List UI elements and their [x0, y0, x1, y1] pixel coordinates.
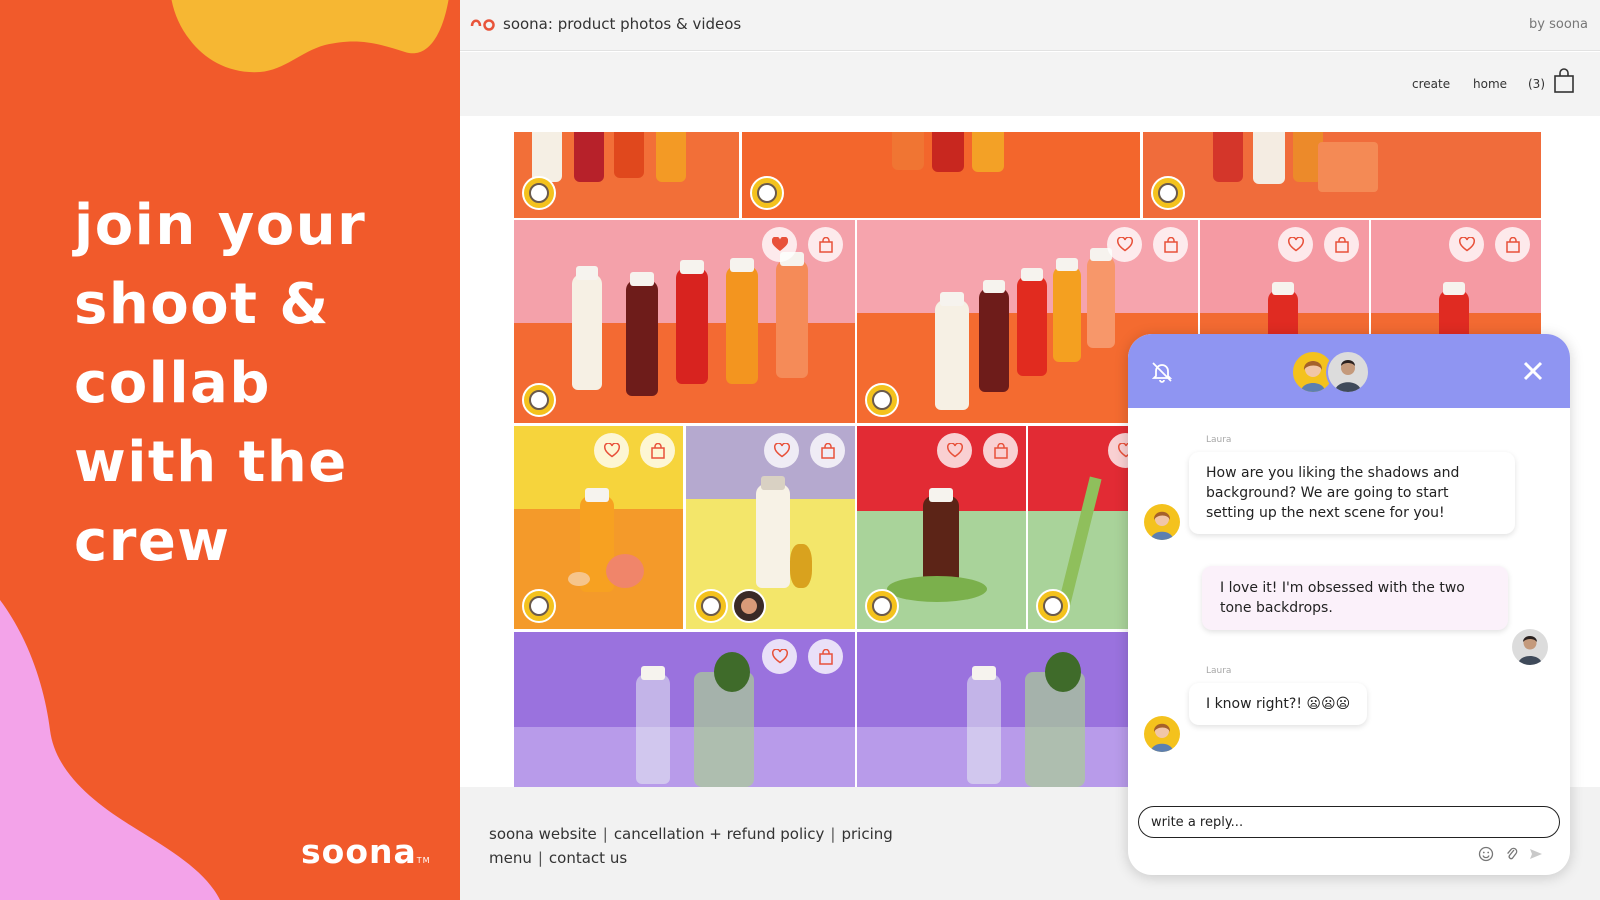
footer-link-contact-us[interactable]: contact us	[549, 849, 627, 867]
collaborator-avatar	[750, 176, 784, 210]
shopping-bag-icon	[650, 442, 665, 459]
gallery-photo[interactable]	[742, 132, 1140, 218]
collaborator-avatar	[522, 176, 556, 210]
add-to-cart-button[interactable]	[810, 433, 845, 468]
favorite-button[interactable]	[762, 639, 797, 674]
shopping-bag-icon	[1334, 236, 1349, 253]
heart-icon	[603, 443, 620, 458]
by-soona-label: by soona	[1529, 17, 1588, 32]
heart-icon	[1458, 237, 1475, 252]
cart-count: (3)	[1528, 77, 1545, 91]
logo-text: soona	[301, 832, 417, 871]
shopping-bag-icon	[820, 442, 835, 459]
host-avatar	[1144, 504, 1180, 540]
heart-icon	[1287, 237, 1304, 252]
emoji-icon[interactable]	[1478, 846, 1494, 862]
host-avatar	[1144, 716, 1180, 752]
heart-icon	[773, 443, 790, 458]
collaborator-avatar	[865, 383, 899, 417]
chat-widget: Laura How are you liking the shadows and…	[1128, 334, 1570, 875]
headline-line: with the	[74, 430, 348, 495]
shopping-bag-icon	[1163, 236, 1178, 253]
favorite-button[interactable]	[762, 227, 797, 262]
message-sender: Laura	[1206, 666, 1232, 676]
app-title: soona: product photos & videos	[503, 15, 742, 33]
gallery-photo[interactable]	[514, 426, 683, 629]
favorite-button[interactable]	[764, 433, 799, 468]
top-nav: create home (3)	[460, 52, 1600, 116]
heart-filled-icon	[771, 237, 788, 251]
collaborator-avatar	[694, 589, 728, 623]
headline-line: crew	[74, 509, 231, 574]
gallery-photo[interactable]	[1143, 132, 1541, 218]
add-to-cart-button[interactable]	[808, 227, 843, 262]
close-icon[interactable]	[1520, 358, 1546, 384]
logo-trademark: TM	[416, 856, 431, 865]
soona-logo: soonaTM	[301, 832, 431, 871]
add-to-cart-button[interactable]	[808, 639, 843, 674]
footer-link-refund-policy[interactable]: cancellation + refund policy	[614, 825, 825, 843]
nav-home-link[interactable]: home	[1473, 77, 1507, 91]
soona-app-icon	[470, 19, 495, 31]
headline: join your shoot & collab with the crew	[74, 186, 366, 581]
gallery-photo[interactable]	[857, 426, 1026, 629]
favorite-button[interactable]	[1449, 227, 1484, 262]
chat-message: How are you liking the shadows and backg…	[1189, 452, 1515, 534]
gallery-photo[interactable]	[514, 220, 855, 423]
guest-avatar	[1326, 350, 1370, 394]
heart-icon	[1116, 237, 1133, 252]
message-sender: Laura	[1206, 435, 1232, 445]
chat-message: I know right?! 😦😦😦	[1189, 683, 1368, 725]
yellow-blob-shape	[171, 0, 449, 73]
footer-link-menu[interactable]: menu	[489, 849, 532, 867]
reply-input[interactable]	[1138, 806, 1560, 838]
collaborator-avatar	[1151, 176, 1185, 210]
collaborator-avatar	[522, 383, 556, 417]
heart-icon	[946, 443, 963, 458]
mute-bell-icon[interactable]	[1150, 360, 1174, 384]
collaborator-avatar	[732, 589, 766, 623]
footer-links: soona website | cancellation + refund poli…	[489, 822, 893, 870]
shopping-bag-icon	[1505, 236, 1520, 253]
add-to-cart-button[interactable]	[1495, 227, 1530, 262]
headline-line: join your	[74, 193, 367, 258]
add-to-cart-button[interactable]	[983, 433, 1018, 468]
shopping-bag-icon	[818, 648, 833, 665]
brand-panel: join your shoot & collab with the crew s…	[0, 0, 460, 900]
footer-link-soona-website[interactable]: soona website	[489, 825, 597, 843]
heart-icon	[771, 649, 788, 664]
add-to-cart-button[interactable]	[640, 433, 675, 468]
shopping-bag-icon	[993, 442, 1008, 459]
add-to-cart-button[interactable]	[1153, 227, 1188, 262]
attach-icon[interactable]	[1504, 846, 1520, 862]
footer-separator: |	[830, 825, 836, 843]
favorite-button[interactable]	[937, 433, 972, 468]
gallery-photo[interactable]	[686, 426, 855, 629]
footer-separator: |	[602, 825, 608, 843]
gallery-photo[interactable]	[514, 632, 855, 787]
favorite-button[interactable]	[1278, 227, 1313, 262]
chat-message: I love it! I'm obsessed with the two ton…	[1202, 566, 1508, 630]
nav-create-link[interactable]: create	[1412, 77, 1450, 91]
headline-line: collab	[74, 351, 271, 416]
guest-avatar	[1512, 629, 1548, 665]
collaborator-avatar	[1036, 589, 1070, 623]
collaborator-avatar	[865, 589, 899, 623]
collaborator-avatar	[522, 589, 556, 623]
add-to-cart-button[interactable]	[1324, 227, 1359, 262]
favorite-button[interactable]	[594, 433, 629, 468]
headline-line: shoot &	[74, 272, 330, 337]
footer-link-pricing[interactable]: pricing	[841, 825, 892, 843]
gallery-photo[interactable]	[1028, 426, 1138, 629]
gallery-photo[interactable]	[857, 632, 1138, 787]
shopping-bag-icon[interactable]	[1553, 68, 1575, 94]
shopping-bag-icon	[818, 236, 833, 253]
pink-blob-shape	[0, 600, 220, 900]
favorite-button[interactable]	[1107, 227, 1142, 262]
title-bar: soona: product photos & videos by soona	[460, 0, 1600, 51]
chat-header	[1128, 334, 1570, 408]
footer-separator: |	[537, 849, 543, 867]
send-icon[interactable]	[1528, 846, 1544, 862]
gallery-photo[interactable]	[514, 132, 739, 218]
